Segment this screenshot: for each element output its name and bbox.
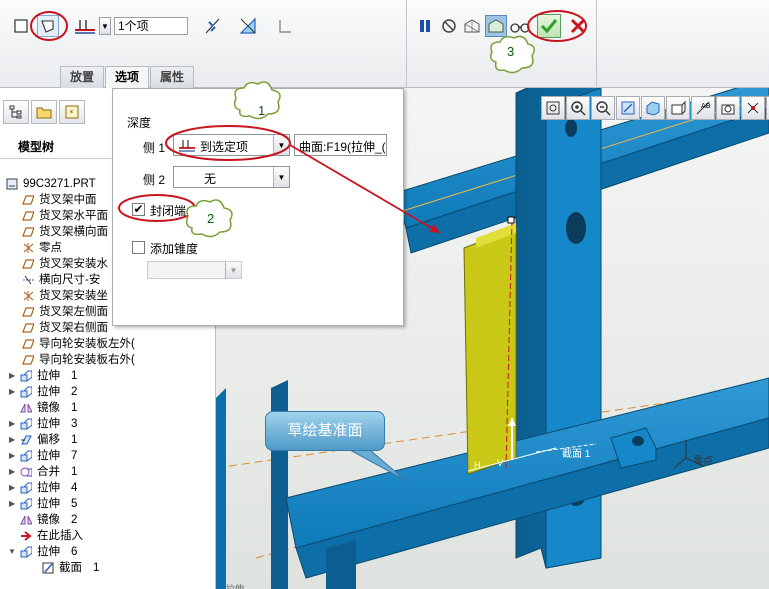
sketch-plane-callout: 草绘基准面	[265, 411, 385, 451]
annotation-overlay	[118, 81, 441, 481]
annotation-number-1: 1	[258, 103, 266, 118]
creo-app-window: ▼ 1个项 3 放置 选项 属性 * 模型树 99C3271.PRT 货叉架中面…	[0, 0, 769, 589]
annotation-number-2: 2	[207, 211, 215, 226]
